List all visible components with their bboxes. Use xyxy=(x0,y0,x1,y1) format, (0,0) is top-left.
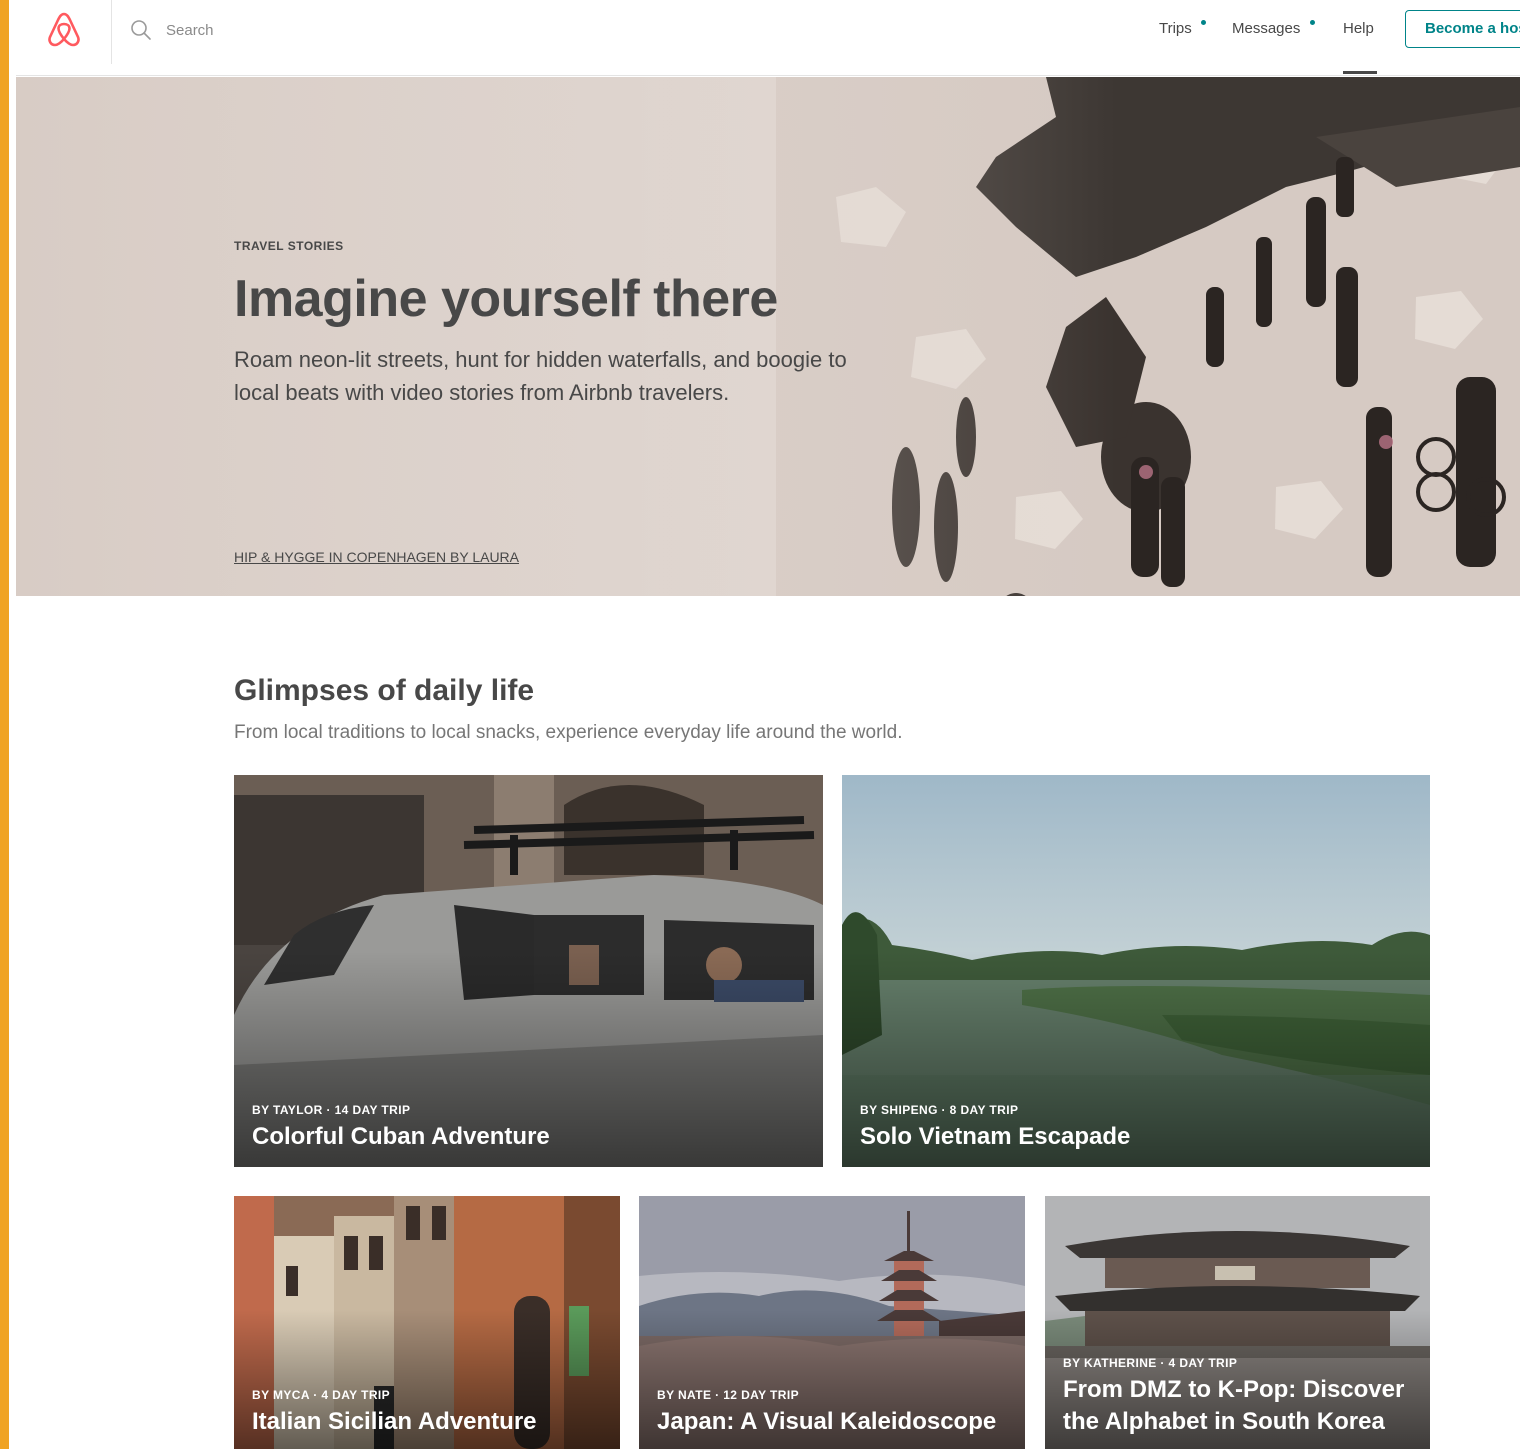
section-subtitle: From local traditions to local snacks, e… xyxy=(234,722,903,743)
nav-help-link[interactable]: Help xyxy=(1343,20,1374,37)
card-meta: BY MYCA · 4 DAY TRIP xyxy=(252,1388,391,1402)
story-card-japan[interactable]: BY NATE · 12 DAY TRIP Japan: A Visual Ka… xyxy=(639,1196,1025,1449)
top-navigation-bar: Trips Messages Help Become a host xyxy=(16,0,1520,76)
hero-story-link[interactable]: HIP & HYGGE IN COPENHAGEN BY LAURA xyxy=(234,549,519,565)
header-divider xyxy=(111,0,112,64)
section-title: Glimpses of daily life xyxy=(234,674,535,707)
airbnb-logo-icon[interactable] xyxy=(44,10,84,50)
trips-notification-dot xyxy=(1201,20,1206,25)
story-card-italy[interactable]: BY MYCA · 4 DAY TRIP Italian Sicilian Ad… xyxy=(234,1196,620,1449)
nav-messages-link[interactable]: Messages xyxy=(1232,20,1300,37)
hero-subtitle: Roam neon-lit streets, hunt for hidden w… xyxy=(234,347,847,405)
help-active-indicator xyxy=(1343,71,1377,74)
search-bar[interactable] xyxy=(130,16,430,44)
story-card-korea[interactable]: BY KATHERINE · 4 DAY TRIP From DMZ to K-… xyxy=(1045,1196,1430,1449)
card-meta: BY NATE · 12 DAY TRIP xyxy=(657,1388,799,1402)
hero-title: Imagine yourself there xyxy=(234,270,778,328)
card-meta: BY TAYLOR · 14 DAY TRIP xyxy=(252,1103,411,1117)
card-title: Japan: A Visual Kaleidoscope xyxy=(657,1408,997,1435)
window-frame-edge xyxy=(0,0,9,1449)
page: Trips Messages Help Become a host xyxy=(16,0,1520,1449)
search-icon xyxy=(131,20,151,40)
card-title: Italian Sicilian Adventure xyxy=(252,1408,537,1435)
card-title: Colorful Cuban Adventure xyxy=(252,1123,550,1150)
search-input[interactable] xyxy=(166,21,406,39)
hero-banner: TRAVEL STORIES Imagine yourself there Ro… xyxy=(16,77,1520,596)
story-card-cuba[interactable]: BY TAYLOR · 14 DAY TRIP Colorful Cuban A… xyxy=(234,775,823,1167)
hero-eyebrow: TRAVEL STORIES xyxy=(234,239,344,253)
card-title: Solo Vietnam Escapade xyxy=(860,1123,1131,1150)
story-card-vietnam[interactable]: BY SHIPENG · 8 DAY TRIP Solo Vietnam Esc… xyxy=(842,775,1430,1167)
card-title: From DMZ to K-Pop: Discover the Alphabet… xyxy=(1063,1376,1405,1435)
become-host-button[interactable]: Become a host xyxy=(1405,10,1520,48)
hero-video-image[interactable] xyxy=(16,77,1520,596)
card-meta: BY KATHERINE · 4 DAY TRIP xyxy=(1063,1356,1238,1370)
card-meta: BY SHIPENG · 8 DAY TRIP xyxy=(860,1103,1019,1117)
messages-notification-dot xyxy=(1310,20,1315,25)
nav-trips-link[interactable]: Trips xyxy=(1159,20,1192,37)
